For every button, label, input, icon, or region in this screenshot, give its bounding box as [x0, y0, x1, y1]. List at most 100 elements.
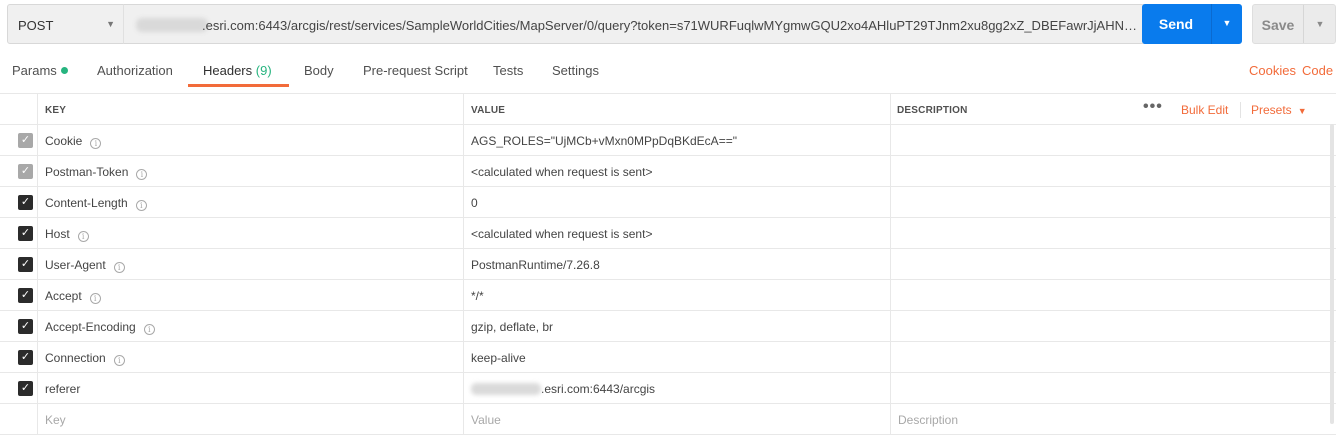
method-label: POST: [18, 18, 54, 33]
header-value[interactable]: gzip, deflate, br: [471, 320, 553, 334]
header-key-text: Accept: [45, 289, 82, 303]
method-select[interactable]: POST ▼: [7, 4, 124, 44]
tab-body-label: Body: [304, 63, 334, 78]
header-value[interactable]: AGS_ROLES="UjMCb+vMxn0MPpDqBKdEcA==": [471, 134, 737, 148]
header-value[interactable]: <calculated when request is sent>: [471, 227, 652, 241]
presets-dropdown[interactable]: Presets ▼: [1251, 103, 1307, 117]
header-key: Content-Length i: [45, 196, 147, 211]
tab-tests-label: Tests: [493, 63, 524, 78]
save-button[interactable]: Save ▼: [1252, 4, 1336, 44]
tab-settings-label: Settings: [552, 63, 599, 78]
table-row: ✓ User-Agent i PostmanRuntime/7.26.8: [0, 249, 1336, 280]
tab-settings[interactable]: Settings: [552, 63, 599, 78]
header-key: Connection i: [45, 351, 125, 366]
redacted-host: [136, 18, 208, 32]
new-header-row: Key Value Description: [0, 404, 1336, 435]
tab-prerequest-script[interactable]: Pre-request Script: [363, 63, 468, 78]
info-icon[interactable]: i: [135, 200, 147, 211]
row-checkbox[interactable]: ✓: [18, 226, 33, 241]
request-tabs: Params Authorization Headers (9) Body Pr…: [0, 52, 1336, 88]
row-checkbox[interactable]: ✓: [18, 381, 33, 396]
send-label: Send: [1158, 16, 1194, 32]
header-key-text: Accept-Encoding: [45, 320, 136, 334]
table-row: ✓ Content-Length i 0: [0, 187, 1336, 218]
column-header-description: DESCRIPTION: [897, 105, 968, 116]
request-bar: POST ▼ .esri.com:6443/arcgis/rest/servic…: [7, 4, 1336, 44]
info-icon[interactable]: i: [136, 169, 148, 180]
column-header-key: KEY: [45, 105, 67, 116]
table-row: ✓ Accept i */*: [0, 280, 1336, 311]
header-value[interactable]: .esri.com:6443/arcgis: [471, 382, 655, 396]
params-indicator-dot: [60, 67, 68, 74]
chevron-down-icon: ▼: [106, 19, 115, 29]
header-value-text: .esri.com:6443/arcgis: [541, 382, 656, 396]
redacted-host: [471, 383, 541, 395]
info-icon[interactable]: i: [113, 355, 125, 366]
code-link[interactable]: Code: [1302, 63, 1333, 78]
new-description-input[interactable]: Description: [898, 413, 958, 427]
tab-authorization[interactable]: Authorization: [97, 63, 173, 78]
info-icon[interactable]: i: [90, 138, 102, 149]
header-value[interactable]: keep-alive: [471, 351, 526, 365]
header-key: Cookie i: [45, 134, 102, 149]
table-row: ✓ Connection i keep-alive: [0, 342, 1336, 373]
header-key-text: Connection: [45, 351, 106, 365]
header-value[interactable]: */*: [471, 289, 484, 303]
row-checkbox[interactable]: ✓: [18, 288, 33, 303]
new-value-input[interactable]: Value: [471, 413, 501, 427]
header-key: Accept i: [45, 289, 101, 304]
header-key-text: Postman-Token: [45, 165, 129, 179]
send-button[interactable]: Send ▼: [1142, 4, 1242, 44]
tab-params[interactable]: Params: [12, 63, 68, 78]
tab-headers[interactable]: Headers (9): [203, 63, 272, 78]
tab-tests[interactable]: Tests: [493, 63, 523, 78]
info-icon[interactable]: i: [143, 324, 155, 335]
tab-authorization-label: Authorization: [97, 63, 173, 78]
info-icon[interactable]: i: [77, 231, 89, 242]
row-checkbox[interactable]: ✓: [18, 350, 33, 365]
table-row: ✓ referer .esri.com:6443/arcgis: [0, 373, 1336, 404]
header-key-text: User-Agent: [45, 258, 106, 272]
table-scrollbar[interactable]: [1330, 124, 1334, 424]
header-value[interactable]: PostmanRuntime/7.26.8: [471, 258, 600, 272]
row-checkbox[interactable]: ✓: [18, 133, 33, 148]
tab-body[interactable]: Body: [304, 63, 334, 78]
header-key-text: Cookie: [45, 134, 83, 148]
headers-count-badge: (9): [255, 63, 272, 78]
chevron-down-icon: ▼: [1297, 106, 1307, 116]
row-checkbox[interactable]: ✓: [18, 319, 33, 334]
header-divider: [1240, 102, 1241, 118]
presets-label: Presets: [1251, 103, 1292, 117]
header-key-text: Content-Length: [45, 196, 128, 210]
header-key: Postman-Token i: [45, 165, 148, 180]
row-checkbox[interactable]: ✓: [18, 195, 33, 210]
row-checkbox[interactable]: ✓: [18, 257, 33, 272]
info-icon[interactable]: i: [89, 293, 101, 304]
header-value[interactable]: <calculated when request is sent>: [471, 165, 652, 179]
table-row: ✓ Accept-Encoding i gzip, deflate, br: [0, 311, 1336, 342]
tab-headers-label: Headers: [203, 63, 253, 78]
save-options-chevron-icon[interactable]: ▼: [1304, 19, 1336, 29]
header-key: User-Agent i: [45, 258, 125, 273]
table-row: ✓ Postman-Token i <calculated when reques…: [0, 156, 1336, 187]
header-key-text: Host: [45, 227, 70, 241]
more-options-icon[interactable]: •••: [1143, 98, 1163, 116]
header-key: referer: [45, 382, 81, 396]
bulk-edit-button[interactable]: Bulk Edit: [1181, 103, 1228, 117]
table-header-row: KEY VALUE DESCRIPTION ••• Bulk Edit Pres…: [0, 94, 1336, 125]
info-icon[interactable]: i: [113, 262, 125, 273]
cookies-link[interactable]: Cookies: [1249, 63, 1296, 78]
send-options-chevron-icon[interactable]: ▼: [1212, 18, 1242, 28]
header-key: Accept-Encoding i: [45, 320, 155, 335]
header-value[interactable]: 0: [471, 196, 478, 210]
url-text: .esri.com:6443/arcgis/rest/services/Samp…: [202, 18, 1138, 33]
headers-table: KEY VALUE DESCRIPTION ••• Bulk Edit Pres…: [0, 93, 1336, 435]
tab-params-label: Params: [12, 63, 57, 78]
column-header-value: VALUE: [471, 105, 506, 116]
active-tab-underline: [188, 84, 289, 87]
url-input[interactable]: .esri.com:6443/arcgis/rest/services/Samp…: [123, 4, 1145, 44]
header-key: Host i: [45, 227, 89, 242]
row-checkbox[interactable]: ✓: [18, 164, 33, 179]
save-label: Save: [1261, 17, 1295, 33]
new-key-input[interactable]: Key: [45, 413, 66, 427]
